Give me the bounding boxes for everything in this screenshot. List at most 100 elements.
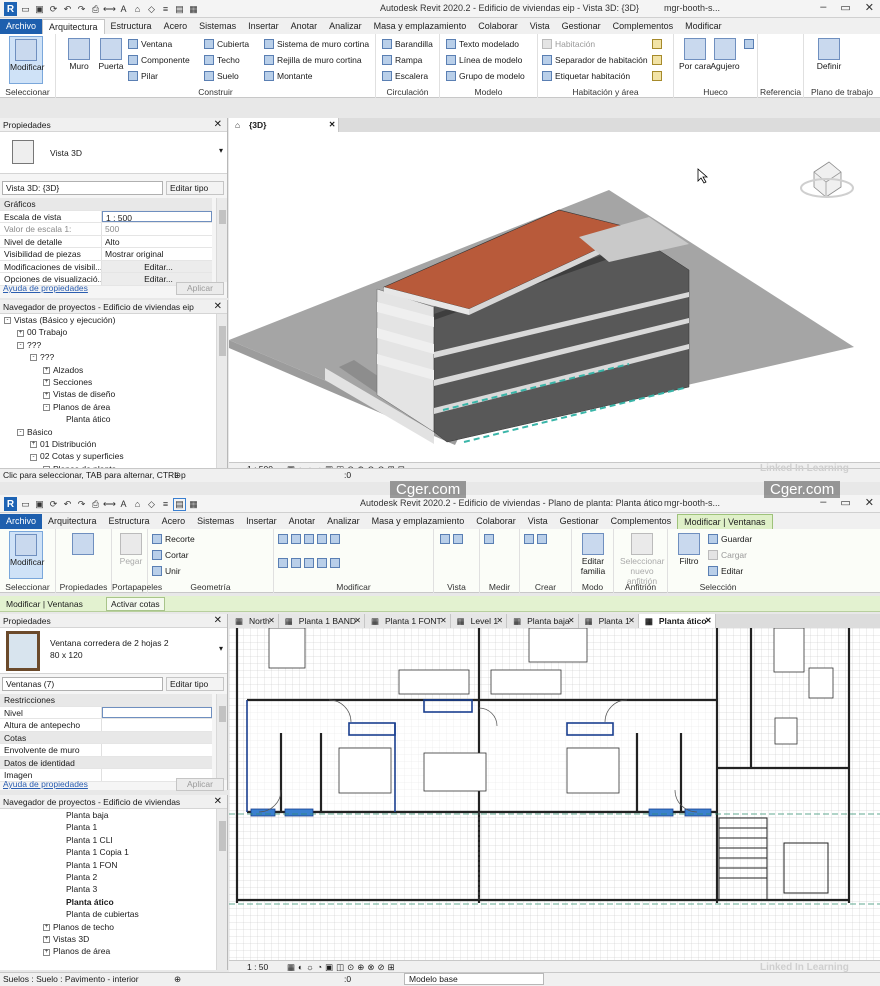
section-icon[interactable]: ◇ bbox=[146, 4, 157, 15]
tab-arquitectura[interactable]: Arquitectura bbox=[42, 514, 103, 529]
tab-planta-atico[interactable]: ▦ Planta ático ✕ bbox=[638, 614, 716, 628]
editar-familia-button[interactable]: Editar familia bbox=[576, 531, 610, 579]
expand-icon[interactable]: + bbox=[43, 366, 50, 374]
close-icon[interactable]: ✕ bbox=[214, 300, 222, 314]
tab-anotar[interactable]: Anotar bbox=[285, 19, 324, 34]
componente-button[interactable]: Componente bbox=[128, 53, 190, 67]
tree-node[interactable]: -02 Cotas y superficies bbox=[0, 450, 216, 462]
group-row[interactable]: Cotas bbox=[0, 731, 212, 744]
collapse-icon[interactable]: - bbox=[30, 354, 37, 362]
expand-icon[interactable]: + bbox=[30, 441, 37, 449]
close-icon[interactable]: ✕ bbox=[354, 614, 361, 628]
tab-archivo[interactable]: Archivo bbox=[0, 514, 43, 529]
rejilla-button[interactable]: Rejilla de muro cortina bbox=[264, 53, 362, 67]
collapse-icon[interactable]: - bbox=[43, 403, 50, 411]
tab-north[interactable]: ▦ North ✕ bbox=[229, 614, 279, 628]
tab-planta-1-font[interactable]: ▦ Planta 1 FONT ✕ bbox=[364, 614, 451, 628]
properties-help-link[interactable]: Ayuda de propiedades bbox=[3, 283, 88, 293]
tab-estructura[interactable]: Estructura bbox=[103, 514, 156, 529]
close-icon[interactable]: ✕ bbox=[865, 496, 874, 509]
tab-masa[interactable]: Masa y emplazamiento bbox=[366, 514, 471, 529]
close-icon[interactable]: ✕ bbox=[268, 614, 275, 628]
tab-analizar[interactable]: Analizar bbox=[323, 19, 368, 34]
create-tools[interactable] bbox=[524, 532, 547, 546]
suelo-button[interactable]: Suelo bbox=[204, 69, 239, 83]
habitacion-button[interactable]: Habitación bbox=[542, 37, 595, 51]
rampa-button[interactable]: Rampa bbox=[382, 53, 422, 67]
tree-node[interactable]: + Secciones bbox=[0, 376, 216, 388]
tree-node[interactable]: + Planos de área bbox=[0, 945, 216, 957]
area-tool-1[interactable] bbox=[652, 37, 662, 51]
measure-icon[interactable]: ⟷ bbox=[103, 499, 116, 510]
user-account[interactable]: mgr-booth-s... bbox=[664, 498, 720, 508]
tab-colaborar[interactable]: Colaborar bbox=[472, 19, 524, 34]
tab-analizar[interactable]: Analizar bbox=[321, 514, 366, 529]
redo-icon[interactable]: ↷ bbox=[76, 499, 87, 510]
escalera-button[interactable]: Escalera bbox=[382, 69, 428, 83]
3d-view-canvas[interactable] bbox=[229, 132, 880, 462]
tab-3d-view[interactable]: ⌂ {3D} ✕ bbox=[229, 118, 340, 132]
minimize-icon[interactable]: – bbox=[820, 1, 826, 14]
close-icon[interactable]: ✕ bbox=[214, 795, 222, 809]
browser-scrollbar[interactable] bbox=[216, 314, 227, 478]
tab-gestionar[interactable]: Gestionar bbox=[554, 514, 605, 529]
thin-lines-icon[interactable]: ≡ bbox=[160, 499, 171, 510]
maximize-icon[interactable]: ▭ bbox=[840, 1, 850, 14]
property-row[interactable]: Modificaciones de visibil... Editar... bbox=[0, 260, 212, 273]
tree-node[interactable]: - Básico bbox=[0, 426, 216, 438]
tree-node[interactable]: Planta 3 bbox=[0, 883, 216, 895]
tab-archivo[interactable]: Archivo bbox=[0, 19, 43, 34]
measure-tool[interactable] bbox=[484, 532, 494, 546]
property-row[interactable]: Envolvente de muro bbox=[0, 744, 212, 757]
tab-gestionar[interactable]: Gestionar bbox=[556, 19, 607, 34]
expand-icon[interactable]: + bbox=[17, 329, 24, 337]
grupo-modelo-button[interactable]: Grupo de modelo bbox=[446, 69, 525, 83]
montante-button[interactable]: Montante bbox=[264, 69, 312, 83]
switch-windows-icon[interactable]: ▦ bbox=[188, 499, 199, 510]
tree-node[interactable]: Planta de cubiertas bbox=[0, 908, 216, 920]
close-icon[interactable]: ✕ bbox=[440, 614, 447, 628]
text-icon[interactable]: A bbox=[118, 499, 129, 510]
switch-windows-icon[interactable]: ▦ bbox=[188, 4, 199, 15]
tree-node[interactable]: Planta 1 FON bbox=[0, 859, 216, 871]
tree-node[interactable]: -??? bbox=[0, 351, 216, 363]
measure-icon[interactable]: ⟷ bbox=[103, 4, 116, 15]
por-cara-button[interactable]: Por cara bbox=[678, 36, 712, 84]
close-icon[interactable]: ✕ bbox=[628, 614, 635, 628]
thin-lines-icon[interactable]: ≡ bbox=[160, 4, 171, 15]
save-icon[interactable]: ▣ bbox=[34, 4, 45, 15]
property-row[interactable]: Nivel de detalle Alto bbox=[0, 235, 212, 248]
tab-masa[interactable]: Masa y emplazamiento bbox=[368, 19, 473, 34]
open-icon[interactable]: ▭ bbox=[20, 4, 31, 15]
modificar-button[interactable]: Modificar bbox=[9, 531, 44, 579]
collapse-icon[interactable]: - bbox=[17, 342, 24, 350]
property-row[interactable]: Altura de antepecho bbox=[0, 719, 212, 732]
tab-planta-1[interactable]: ▦ Planta 1 ✕ bbox=[578, 614, 639, 628]
apply-button[interactable]: Aplicar bbox=[176, 778, 224, 791]
design-option-dropdown[interactable]: Modelo base bbox=[404, 973, 544, 985]
tab-modificar-ventanas[interactable]: Modificar | Ventanas bbox=[677, 514, 773, 529]
edit-type-button[interactable]: Editar tipo bbox=[166, 181, 224, 195]
seleccionar-anfitrion-button[interactable]: Seleccionar nuevo anfitrión bbox=[620, 531, 664, 586]
tab-sistemas[interactable]: Sistemas bbox=[191, 514, 240, 529]
apply-button[interactable]: Aplicar bbox=[176, 282, 224, 295]
edit-type-button[interactable]: Editar tipo bbox=[166, 677, 224, 691]
instance-selector[interactable]: Vista 3D: {3D} bbox=[2, 181, 163, 195]
3d-view-icon[interactable]: ⌂ bbox=[132, 4, 143, 15]
tree-node[interactable]: Planta ático bbox=[0, 413, 216, 425]
tree-node[interactable]: + Alzados bbox=[0, 364, 216, 376]
hueco-tool[interactable] bbox=[744, 37, 754, 51]
tab-arquitectura[interactable]: Arquitectura bbox=[42, 19, 105, 34]
tree-node[interactable]: Planta 1 bbox=[0, 821, 216, 833]
tree-node[interactable]: Planta 1 Copia 1 bbox=[0, 846, 216, 858]
sync-icon[interactable]: ⟳ bbox=[48, 4, 59, 15]
tab-level-1[interactable]: ▦ Level 1 ✕ bbox=[450, 614, 508, 628]
properties-help-link[interactable]: Ayuda de propiedades bbox=[3, 779, 88, 789]
align-tool[interactable] bbox=[278, 532, 340, 546]
property-row[interactable]: Nivel bbox=[0, 706, 212, 719]
view-tools[interactable] bbox=[440, 532, 463, 546]
expand-icon[interactable]: + bbox=[43, 936, 50, 944]
tree-node[interactable]: -??? bbox=[0, 339, 216, 351]
expand-icon[interactable]: + bbox=[43, 948, 50, 956]
type-selector[interactable]: Ventana corredera de 2 hojas 2 80 x 120 … bbox=[0, 628, 227, 674]
